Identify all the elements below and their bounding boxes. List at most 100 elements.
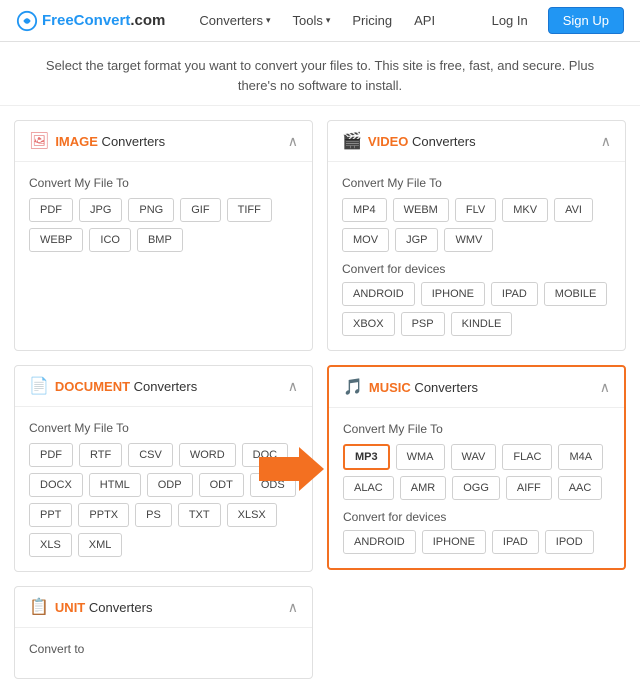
format-mobile[interactable]: MOBILE (544, 282, 608, 306)
signup-button[interactable]: Sign Up (548, 7, 624, 34)
nav-pricing[interactable]: Pricing (342, 9, 402, 32)
unit-card-header: 📋 UNIT Converters ∧ (15, 587, 312, 628)
video-device-label: Convert for devices (342, 262, 611, 276)
arrow-indicator (259, 447, 324, 491)
format-ico[interactable]: ICO (89, 228, 131, 252)
format-txt[interactable]: TXT (178, 503, 221, 527)
format-csv[interactable]: CSV (128, 443, 173, 467)
music-format-grid: MP3 WMA WAV FLAC M4A ALAC AMR OGG AIFF A… (343, 444, 610, 500)
nav-api[interactable]: API (404, 9, 445, 32)
format-pptx[interactable]: PPTX (78, 503, 129, 527)
format-mov[interactable]: MOV (342, 228, 389, 252)
unit-file-icon: 📋 (29, 597, 49, 617)
document-format-grid: PDF RTF CSV WORD DOC DOCX HTML ODP ODT O… (29, 443, 298, 557)
image-collapse-button[interactable]: ∧ (288, 133, 298, 150)
format-avi[interactable]: AVI (554, 198, 593, 222)
format-xls[interactable]: XLS (29, 533, 72, 557)
format-xml[interactable]: XML (78, 533, 123, 557)
format-m4a[interactable]: M4A (558, 444, 603, 470)
nav-converters[interactable]: Converters ▾ (189, 9, 280, 32)
page-subtitle: Select the target format you want to con… (0, 42, 640, 106)
document-card-title: 📄 DOCUMENT Converters (29, 376, 197, 396)
format-android[interactable]: ANDROID (343, 530, 416, 554)
format-pdf[interactable]: PDF (29, 198, 73, 222)
video-format-grid: MP4 WEBM FLV MKV AVI MOV JGP WMV (342, 198, 611, 252)
format-ipad[interactable]: IPAD (492, 530, 539, 554)
format-android[interactable]: ANDROID (342, 282, 415, 306)
chevron-down-icon: ▾ (326, 15, 331, 26)
music-card-title: 🎵 MUSIC Converters (343, 377, 478, 397)
converter-grid: 🖼 IMAGE Converters ∧ Convert My File To … (0, 106, 640, 693)
logo-text: FreeConvert.com (42, 12, 165, 29)
music-convert-label: Convert My File To (343, 422, 610, 436)
image-card-body: Convert My File To PDF JPG PNG GIF TIFF … (15, 162, 312, 266)
format-mkv[interactable]: MKV (502, 198, 548, 222)
video-card-body: Convert My File To MP4 WEBM FLV MKV AVI … (328, 162, 625, 350)
format-alac[interactable]: ALAC (343, 476, 394, 500)
format-iphone[interactable]: IPHONE (421, 282, 485, 306)
image-card-header: 🖼 IMAGE Converters ∧ (15, 121, 312, 162)
format-wma[interactable]: WMA (396, 444, 445, 470)
music-file-icon: 🎵 (343, 377, 363, 397)
format-mp4[interactable]: MP4 (342, 198, 387, 222)
format-png[interactable]: PNG (128, 198, 174, 222)
format-odp[interactable]: ODP (147, 473, 193, 497)
login-button[interactable]: Log In (480, 8, 540, 33)
format-ps[interactable]: PS (135, 503, 172, 527)
format-flv[interactable]: FLV (455, 198, 496, 222)
format-ogg[interactable]: OGG (452, 476, 500, 500)
format-docx[interactable]: DOCX (29, 473, 83, 497)
format-wmv[interactable]: WMV (444, 228, 493, 252)
nav-auth: Log In Sign Up (480, 7, 624, 34)
document-card-header: 📄 DOCUMENT Converters ∧ (15, 366, 312, 407)
document-file-icon: 📄 (29, 376, 49, 396)
unit-collapse-button[interactable]: ∧ (288, 599, 298, 616)
music-card-wrapper: 🎵 MUSIC Converters ∧ Convert My File To … (327, 365, 626, 572)
format-rtf[interactable]: RTF (79, 443, 122, 467)
format-bmp[interactable]: BMP (137, 228, 183, 252)
format-ipad[interactable]: IPAD (491, 282, 538, 306)
document-convert-label: Convert My File To (29, 421, 298, 435)
video-card-header: 🎬 VIDEO Converters ∧ (328, 121, 625, 162)
video-collapse-button[interactable]: ∧ (601, 133, 611, 150)
format-pdf[interactable]: PDF (29, 443, 73, 467)
unit-converter-card: 📋 UNIT Converters ∧ Convert to (14, 586, 313, 679)
image-file-icon: 🖼 (29, 131, 49, 151)
format-flac[interactable]: FLAC (502, 444, 552, 470)
format-kindle[interactable]: KINDLE (451, 312, 513, 336)
format-xbox[interactable]: XBOX (342, 312, 395, 336)
navigation: FreeConvert.com Converters ▾ Tools ▾ Pri… (0, 0, 640, 42)
format-tiff[interactable]: TIFF (227, 198, 272, 222)
logo[interactable]: FreeConvert.com (16, 10, 165, 32)
music-collapse-button[interactable]: ∧ (600, 379, 610, 396)
format-odt[interactable]: ODT (199, 473, 244, 497)
format-webp[interactable]: WEBP (29, 228, 83, 252)
format-ipod[interactable]: IPOD (545, 530, 594, 554)
format-amr[interactable]: AMR (400, 476, 446, 500)
format-wav[interactable]: WAV (451, 444, 497, 470)
nav-tools[interactable]: Tools ▾ (282, 9, 340, 32)
image-format-grid: PDF JPG PNG GIF TIFF WEBP ICO BMP (29, 198, 298, 252)
video-device-grid: ANDROID IPHONE IPAD MOBILE XBOX PSP KIND… (342, 282, 611, 336)
format-iphone[interactable]: IPHONE (422, 530, 486, 554)
format-aac[interactable]: AAC (558, 476, 603, 500)
unit-card-title: 📋 UNIT Converters (29, 597, 152, 617)
video-converter-card: 🎬 VIDEO Converters ∧ Convert My File To … (327, 120, 626, 351)
image-converter-card: 🖼 IMAGE Converters ∧ Convert My File To … (14, 120, 313, 351)
document-collapse-button[interactable]: ∧ (288, 378, 298, 395)
format-word[interactable]: WORD (179, 443, 236, 467)
format-aiff[interactable]: AIFF (506, 476, 552, 500)
music-device-grid: ANDROID IPHONE IPAD IPOD (343, 530, 610, 554)
format-jgp[interactable]: JGP (395, 228, 438, 252)
format-gif[interactable]: GIF (180, 198, 220, 222)
music-device-label: Convert for devices (343, 510, 610, 524)
format-mp3[interactable]: MP3 (343, 444, 390, 470)
format-psp[interactable]: PSP (401, 312, 445, 336)
format-webm[interactable]: WEBM (393, 198, 449, 222)
format-ppt[interactable]: PPT (29, 503, 72, 527)
format-xlsx[interactable]: XLSX (227, 503, 277, 527)
music-converter-card: 🎵 MUSIC Converters ∧ Convert My File To … (327, 365, 626, 570)
format-jpg[interactable]: JPG (79, 198, 122, 222)
format-html[interactable]: HTML (89, 473, 141, 497)
logo-icon (16, 10, 38, 32)
